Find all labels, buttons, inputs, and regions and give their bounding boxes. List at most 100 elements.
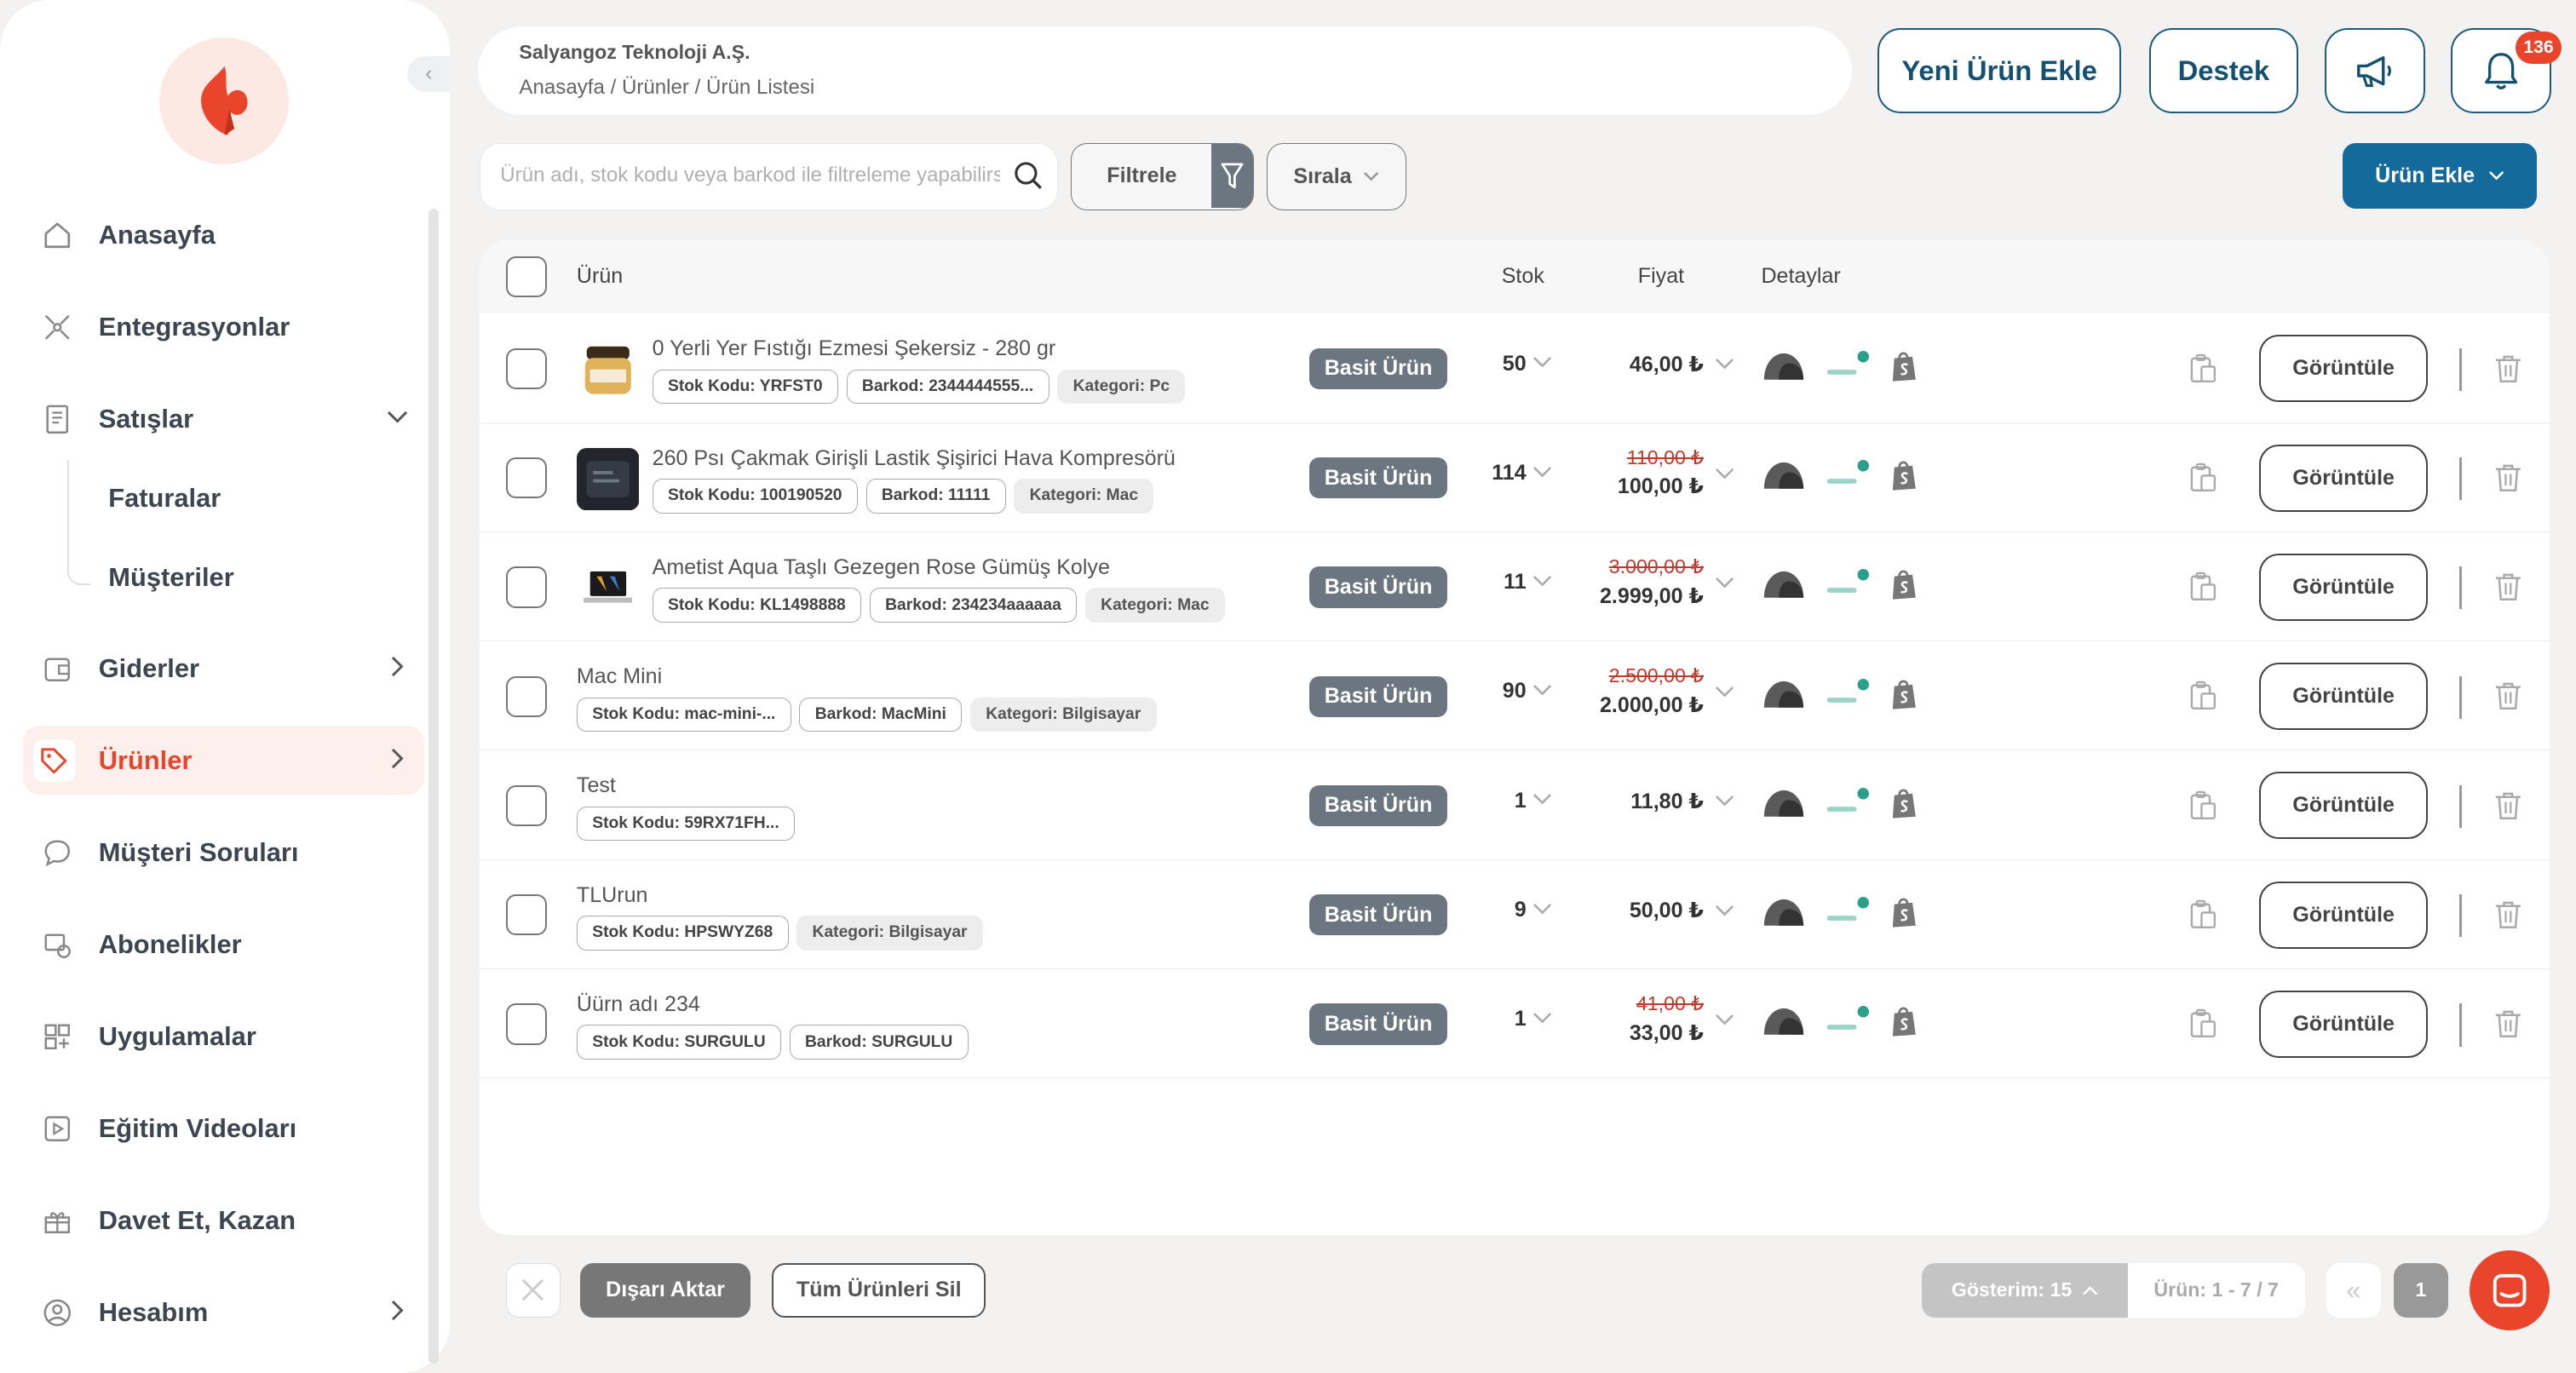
search-icon[interactable] <box>1013 160 1044 192</box>
chevron-down-icon[interactable] <box>1715 468 1734 480</box>
sidebar-item-6[interactable]: Abonelikler <box>23 910 424 979</box>
view-button[interactable]: Görüntüle <box>2258 663 2429 731</box>
product-name[interactable]: Üürn adı 234 <box>577 992 700 1017</box>
marketplace-logo-icon[interactable] <box>1761 350 1807 383</box>
sidebar-subitem-faturalar[interactable]: Faturalar <box>108 483 221 514</box>
row-checkbox[interactable] <box>505 894 548 936</box>
chevron-down-icon[interactable] <box>1532 466 1552 479</box>
view-button[interactable]: Görüntüle <box>2258 990 2429 1058</box>
sidebar-item-9[interactable]: Davet Et, Kazan <box>23 1186 424 1255</box>
sidebar-scrollbar[interactable] <box>428 208 439 1364</box>
trash-icon[interactable] <box>2494 681 2522 712</box>
table-row[interactable]: Test Stok Kodu: 59RX71FH... Basit Ürün 1 11,… <box>480 750 2550 860</box>
price-block[interactable]: 2.500,00 ₺ 2.000,00 ₺ <box>1600 664 1704 718</box>
shopify-logo-icon[interactable] <box>1889 896 1919 929</box>
stock-value[interactable]: 11 <box>1504 570 1527 595</box>
marketplace-logo-icon[interactable] <box>1761 459 1807 492</box>
prev-page-button[interactable]: « <box>2326 1263 2381 1318</box>
ideasoft-logo-icon[interactable] <box>1824 896 1873 929</box>
price-block[interactable]: 110,00 ₺ 100,00 ₺ <box>1618 446 1704 500</box>
price-block[interactable]: 3.000,00 ₺ 2.999,00 ₺ <box>1600 555 1704 609</box>
shopify-logo-icon[interactable] <box>1889 350 1919 383</box>
sidebar-item-2[interactable]: Satışlar <box>23 384 424 453</box>
chevron-down-icon[interactable] <box>1532 793 1552 806</box>
marketplace-logo-icon[interactable] <box>1761 787 1807 820</box>
clipboard-icon[interactable] <box>2188 353 2218 385</box>
table-row[interactable]: Ametist Aqua Taşlı Gezegen Rose Gümüş Ko… <box>480 532 2550 642</box>
delete-all-button[interactable]: Tüm Ürünleri Sil <box>772 1263 986 1318</box>
view-button[interactable]: Görüntüle <box>2258 335 2429 403</box>
shopify-logo-icon[interactable] <box>1889 568 1919 601</box>
row-checkbox[interactable] <box>505 348 548 390</box>
per-page-select[interactable]: Gösterim: 15 <box>1922 1263 2128 1318</box>
clipboard-icon[interactable] <box>2188 681 2218 712</box>
clipboard-icon[interactable] <box>2188 462 2218 494</box>
table-row[interactable]: Mac Mini Stok Kodu: mac-mini-... Barkod: M… <box>480 641 2550 751</box>
stock-value[interactable]: 114 <box>1492 461 1526 485</box>
stock-value[interactable]: 90 <box>1503 679 1527 704</box>
table-row[interactable]: Üürn adı 234 Stok Kodu: SURGULU Barkod: SU… <box>480 969 2550 1079</box>
price-block[interactable]: 46,00 ₺ <box>1630 352 1704 377</box>
sidebar-item-4[interactable]: Ürünler <box>23 726 424 796</box>
product-image[interactable] <box>577 338 639 400</box>
chevron-down-icon[interactable] <box>1532 684 1552 697</box>
chevron-down-icon[interactable] <box>1715 905 1734 917</box>
ideasoft-logo-icon[interactable] <box>1824 459 1873 492</box>
clipboard-icon[interactable] <box>2188 1008 2218 1040</box>
chevron-down-icon[interactable] <box>1715 795 1734 807</box>
price-block[interactable]: 11,80 ₺ <box>1630 789 1704 814</box>
search-input[interactable] <box>480 143 1000 208</box>
stock-value[interactable]: 1 <box>1515 789 1527 813</box>
sidebar-item-10[interactable]: Hesabım <box>23 1278 424 1347</box>
chevron-down-icon[interactable] <box>1532 903 1552 916</box>
sidebar-item-0[interactable]: Anasayfa <box>23 200 424 269</box>
row-checkbox[interactable] <box>505 784 548 827</box>
stock-value[interactable]: 1 <box>1515 1007 1527 1031</box>
sidebar-item-3[interactable]: Giderler <box>23 634 424 703</box>
row-checkbox[interactable] <box>505 1003 548 1045</box>
chevron-down-icon[interactable] <box>1715 358 1734 371</box>
sidebar-subitem-musteriler[interactable]: Müşteriler <box>108 562 233 593</box>
product-name[interactable]: Ametist Aqua Taşlı Gezegen Rose Gümüş Ko… <box>653 555 1110 580</box>
export-button[interactable]: Dışarı Aktar <box>579 1263 751 1318</box>
trash-icon[interactable] <box>2494 353 2522 385</box>
product-image[interactable] <box>576 447 640 510</box>
row-checkbox[interactable] <box>505 675 548 717</box>
marketplace-logo-icon[interactable] <box>1761 896 1807 929</box>
product-name[interactable]: 0 Yerli Yer Fıstığı Ezmesi Şekersiz - 28… <box>653 336 1056 361</box>
chevron-down-icon[interactable] <box>1532 356 1552 369</box>
product-image[interactable] <box>577 557 639 619</box>
marketplace-logo-icon[interactable] <box>1761 678 1807 711</box>
sidebar-item-7[interactable]: Uygulamalar <box>23 1002 424 1071</box>
table-row[interactable]: TLUrun Stok Kodu: HPSWYZ68 Kategori: Bilgi… <box>480 860 2550 969</box>
chevron-down-icon[interactable] <box>1532 1012 1552 1025</box>
product-name[interactable]: 260 Psı Çakmak Girişli Lastik Şişirici H… <box>653 446 1176 471</box>
clipboard-icon[interactable] <box>2188 790 2218 822</box>
shopify-logo-icon[interactable] <box>1889 459 1919 492</box>
shopify-logo-icon[interactable] <box>1889 678 1919 711</box>
trash-icon[interactable] <box>2494 790 2522 822</box>
marketplace-logo-icon[interactable] <box>1761 1005 1807 1038</box>
brand-logo[interactable] <box>159 37 290 164</box>
trash-icon[interactable] <box>2494 1008 2522 1040</box>
announcement-button[interactable] <box>2324 27 2425 114</box>
stock-value[interactable]: 50 <box>1503 352 1527 376</box>
view-button[interactable]: Görüntüle <box>2258 444 2429 512</box>
ideasoft-logo-icon[interactable] <box>1824 568 1873 601</box>
sidebar-item-1[interactable]: Entegrasyonlar <box>23 292 424 361</box>
add-product-dropdown[interactable]: Ürün Ekle <box>2343 142 2537 209</box>
product-name[interactable]: TLUrun <box>577 883 648 908</box>
product-name[interactable]: Test <box>577 773 616 798</box>
stock-value[interactable]: 9 <box>1515 898 1527 922</box>
marketplace-logo-icon[interactable] <box>1761 568 1807 601</box>
price-block[interactable]: 50,00 ₺ <box>1630 898 1704 923</box>
sort-button[interactable]: Sırala <box>1266 142 1406 210</box>
row-checkbox[interactable] <box>505 566 548 608</box>
sidebar-item-8[interactable]: Eğitim Videoları <box>23 1094 424 1163</box>
clipboard-icon[interactable] <box>2188 899 2218 931</box>
breadcrumb[interactable]: Anasayfa / Ürünler / Ürün Listesi <box>519 76 1810 100</box>
view-button[interactable]: Görüntüle <box>2258 553 2429 621</box>
shopify-logo-icon[interactable] <box>1889 1005 1919 1038</box>
page-number-button[interactable]: 1 <box>2393 1263 2448 1318</box>
chevron-down-icon[interactable] <box>1715 1014 1734 1026</box>
